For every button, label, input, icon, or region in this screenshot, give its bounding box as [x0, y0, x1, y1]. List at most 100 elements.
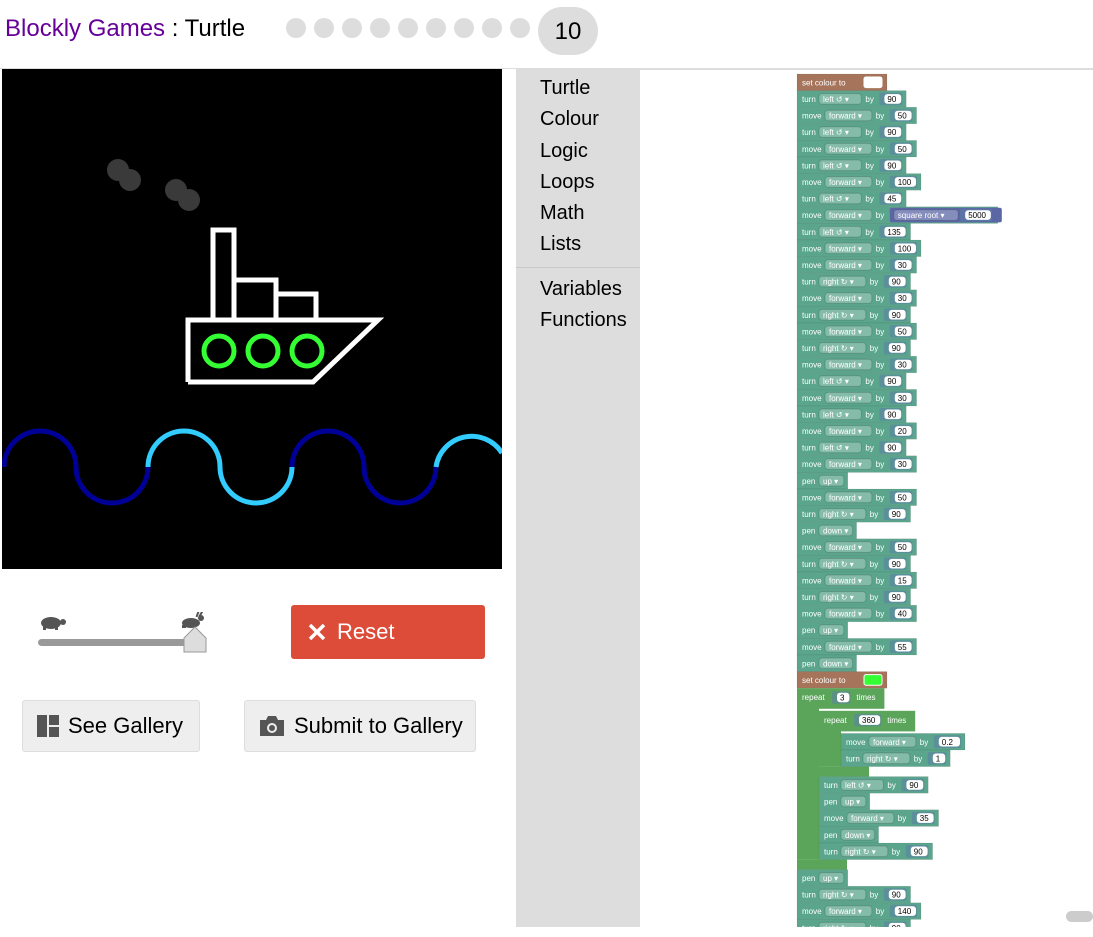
turn-value-text: 90 — [887, 410, 896, 419]
move-label: move — [802, 394, 822, 403]
speed-slider[interactable] — [38, 610, 208, 658]
toolbox-category-logic[interactable]: Logic — [540, 140, 588, 163]
turn-direction-dropdown-text: right ↻ ▾ — [823, 278, 854, 287]
repeat-block-body — [819, 727, 841, 767]
toolbox-category-colour[interactable]: Colour — [540, 108, 599, 131]
level-dot[interactable] — [454, 18, 474, 38]
turn-label: turn — [802, 95, 816, 104]
move-direction-dropdown-text: forward ▾ — [829, 294, 862, 303]
by-label: by — [876, 327, 884, 336]
repeat-label: repeat — [824, 716, 847, 725]
move-value-text: 30 — [898, 460, 907, 469]
slow-turtle-icon — [41, 617, 66, 630]
colour-swatch[interactable] — [863, 674, 883, 686]
by-label: by — [876, 907, 884, 916]
reset-button[interactable]: Reset — [291, 605, 485, 659]
pen-dropdown-text: up ▾ — [823, 477, 838, 486]
turn-label: turn — [824, 847, 838, 856]
turtle-drawing — [1, 159, 505, 506]
level-dot[interactable] — [510, 18, 530, 38]
move-direction-dropdown-text: forward ▾ — [829, 907, 862, 916]
turn-value-text: 90 — [909, 781, 918, 790]
turn-direction-dropdown-text: left ↺ ▾ — [845, 781, 871, 790]
turn-direction-dropdown-text: left ↺ ▾ — [823, 195, 849, 204]
level-dot[interactable] — [314, 18, 334, 38]
move-label: move — [802, 493, 822, 502]
reset-label: Reset — [337, 619, 395, 644]
toolbox-category-variables[interactable]: Variables — [540, 278, 622, 301]
move-direction-dropdown-text: forward ▾ — [873, 738, 906, 747]
turn-value-text: 90 — [892, 560, 901, 569]
pen-dropdown-text: up ▾ — [823, 874, 838, 883]
turn-value-text: 90 — [887, 377, 896, 386]
turtle-canvas — [1, 69, 505, 569]
set-colour-label: set colour to — [802, 78, 846, 87]
move-label: move — [802, 112, 822, 121]
toolbox-separator — [516, 267, 640, 268]
blocks-workspace[interactable]: set colour to turn by left ↺ ▾ 90 move by forwa… — [640, 69, 1093, 927]
turn-label: turn — [802, 128, 816, 137]
toolbox-category-math[interactable]: Math — [540, 202, 584, 225]
move-label: move — [802, 576, 822, 585]
move-direction-dropdown-text: forward ▾ — [829, 427, 862, 436]
turn-value-text: 1 — [936, 754, 941, 763]
level-dot[interactable] — [398, 18, 418, 38]
toolbox-category-turtle[interactable]: Turtle — [540, 77, 590, 100]
move-direction-dropdown-text: forward ▾ — [829, 112, 862, 121]
move-label: move — [802, 643, 822, 652]
sqrt-value-text: 5000 — [968, 211, 986, 220]
toolbox-category-functions[interactable]: Functions — [540, 309, 627, 332]
pen-label: pen — [824, 831, 837, 840]
slider-knob[interactable] — [183, 626, 207, 653]
turn-value-text: 90 — [914, 847, 923, 856]
by-label: by — [898, 814, 906, 823]
by-label: by — [920, 738, 928, 747]
code-block-colour[interactable]: set colour to — [796, 671, 888, 689]
by-label: by — [876, 145, 884, 154]
by-label: by — [876, 112, 884, 121]
turn-value-text: 90 — [892, 311, 901, 320]
turn-label: turn — [802, 311, 816, 320]
code-block-colour[interactable]: set colour to — [796, 73, 888, 91]
level-dot[interactable] — [370, 18, 390, 38]
current-level-badge[interactable]: 10 — [538, 7, 598, 55]
by-label: by — [876, 610, 884, 619]
move-label: move — [846, 738, 866, 747]
by-label: by — [876, 294, 884, 303]
level-dot[interactable] — [342, 18, 362, 38]
pen-label: pen — [802, 874, 815, 883]
camera-icon — [260, 716, 284, 736]
workspace-scrollbar[interactable] — [1066, 911, 1093, 922]
move-value-text: 15 — [898, 576, 907, 585]
turn-direction-dropdown-text: right ↻ ▾ — [823, 510, 854, 519]
turn-value-text: 90 — [892, 278, 901, 287]
turn-label: turn — [802, 593, 816, 602]
toolbox-category-lists[interactable]: Lists — [540, 233, 581, 256]
level-dot[interactable] — [426, 18, 446, 38]
turn-label: turn — [802, 560, 816, 569]
app-name-link[interactable]: Blockly Games — [5, 15, 165, 42]
fast-rabbit-icon — [182, 610, 204, 628]
turn-direction-dropdown-text: left ↺ ▾ — [823, 161, 849, 170]
move-value-text: 20 — [898, 427, 907, 436]
slider-track[interactable] — [38, 639, 196, 646]
level-dot[interactable] — [482, 18, 502, 38]
toolbox-category-loops[interactable]: Loops — [540, 171, 595, 194]
by-label: by — [914, 754, 922, 763]
repeat-block-body — [797, 704, 819, 860]
move-value-text: 30 — [898, 261, 907, 270]
see-gallery-button[interactable]: See Gallery — [22, 700, 200, 752]
repeat-count-text: 360 — [862, 716, 876, 725]
by-label: by — [876, 576, 884, 585]
turn-direction-dropdown-text: right ↻ ▾ — [823, 593, 854, 602]
submit-gallery-button[interactable]: Submit to Gallery — [244, 700, 476, 752]
movesqrt-direction-dropdown-text: forward ▾ — [829, 211, 862, 220]
colour-swatch[interactable] — [863, 76, 883, 89]
turn-direction-dropdown-text: right ↻ ▾ — [845, 847, 876, 856]
pen-dropdown-text: up ▾ — [823, 626, 838, 635]
level-dot[interactable] — [286, 18, 306, 38]
move-direction-dropdown-text: forward ▾ — [829, 576, 862, 585]
turn-label: turn — [802, 377, 816, 386]
turn-value-text: 90 — [892, 593, 901, 602]
turn-value-text: 135 — [887, 228, 901, 237]
